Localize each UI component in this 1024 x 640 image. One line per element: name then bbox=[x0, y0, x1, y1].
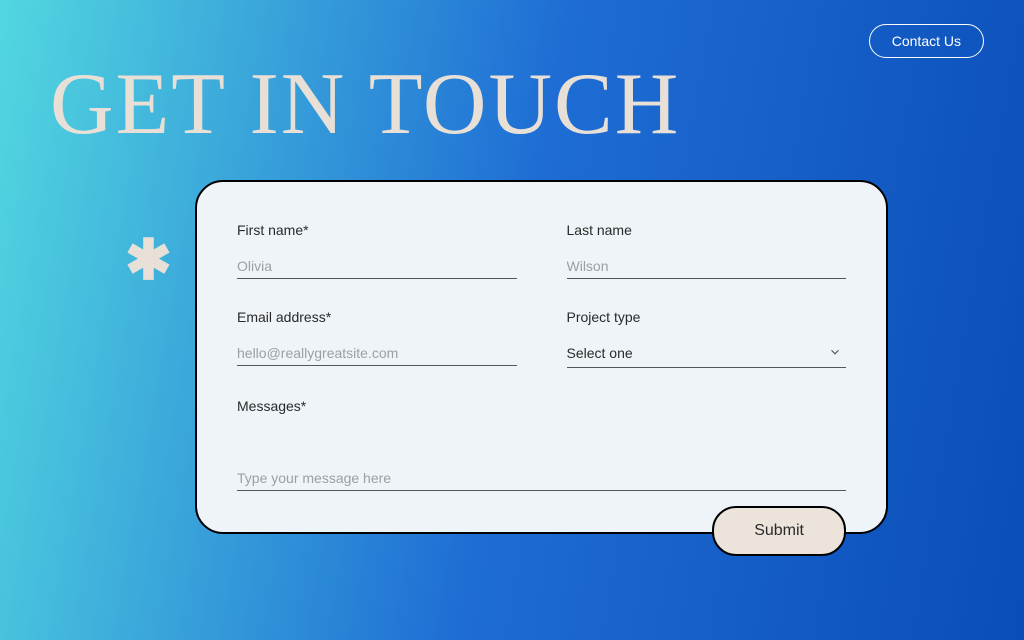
contact-form-card: First name* Last name Email address* Pro… bbox=[195, 180, 888, 534]
chevron-down-icon bbox=[828, 345, 842, 359]
email-input[interactable] bbox=[237, 341, 517, 366]
asterisk-icon: ✱ bbox=[125, 232, 172, 288]
last-name-input[interactable] bbox=[567, 254, 847, 279]
last-name-field-group: Last name bbox=[567, 222, 847, 279]
project-type-label: Project type bbox=[567, 309, 847, 325]
project-type-select[interactable]: Select one bbox=[567, 341, 847, 368]
email-field-group: Email address* bbox=[237, 309, 517, 368]
submit-button[interactable]: Submit bbox=[712, 506, 846, 556]
messages-input[interactable] bbox=[237, 466, 846, 491]
project-type-selected: Select one bbox=[567, 345, 633, 361]
email-label: Email address* bbox=[237, 309, 517, 325]
first-name-input[interactable] bbox=[237, 254, 517, 279]
page-title: GET IN TOUCH bbox=[50, 54, 680, 155]
last-name-label: Last name bbox=[567, 222, 847, 238]
messages-field-group: Messages* bbox=[237, 398, 846, 491]
contact-us-button[interactable]: Contact Us bbox=[869, 24, 984, 58]
first-name-label: First name* bbox=[237, 222, 517, 238]
messages-label: Messages* bbox=[237, 398, 846, 414]
project-type-field-group: Project type Select one bbox=[567, 309, 847, 368]
first-name-field-group: First name* bbox=[237, 222, 517, 279]
